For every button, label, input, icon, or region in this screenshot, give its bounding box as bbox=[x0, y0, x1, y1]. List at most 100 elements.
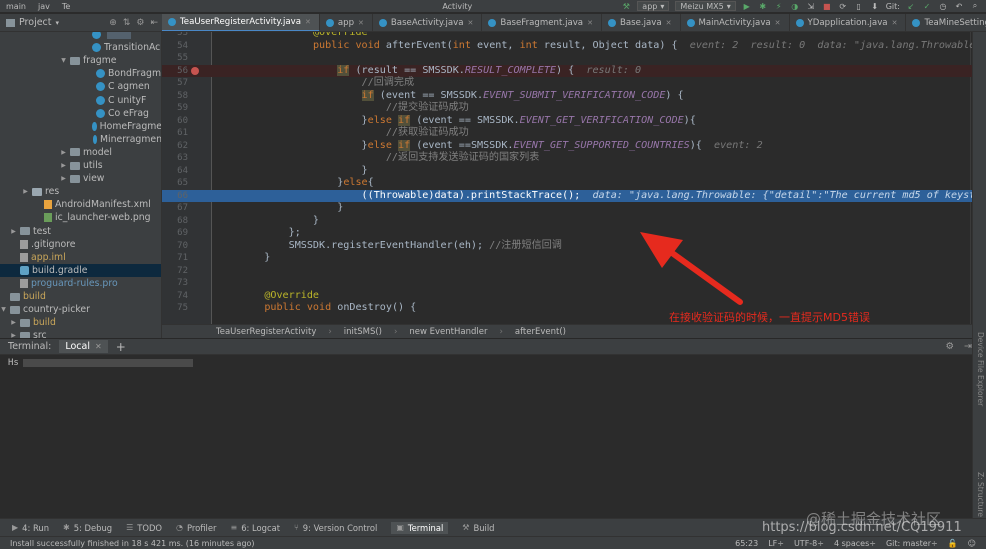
line-number[interactable]: 61 bbox=[162, 127, 188, 140]
expand-right-icon[interactable]: ▶ bbox=[10, 225, 17, 238]
collapse-icon[interactable]: ⇅ bbox=[123, 18, 131, 28]
git-branch[interactable]: Git: master÷ bbox=[886, 539, 938, 548]
tree-node[interactable]: ▶ src bbox=[0, 329, 161, 338]
breadcrumb-item[interactable]: TeaUserRegisterActivity bbox=[216, 327, 316, 337]
expand-right-icon[interactable]: ▶ bbox=[60, 159, 67, 172]
close-icon[interactable]: ✕ bbox=[775, 19, 781, 27]
line-number[interactable]: 75 bbox=[162, 302, 188, 315]
line-number[interactable]: 67 bbox=[162, 202, 188, 215]
sync-icon[interactable]: ⟳ bbox=[838, 2, 848, 11]
code-line[interactable]: 63 //返回支持发送验证码的国家列表 bbox=[162, 152, 986, 165]
add-terminal-button[interactable]: + bbox=[116, 340, 126, 354]
tree-node[interactable]: build.gradle bbox=[0, 263, 161, 277]
code-line[interactable]: 57 //回调完成 bbox=[162, 77, 986, 90]
line-number[interactable]: 70 bbox=[162, 240, 188, 253]
code-line[interactable]: 61 //获取验证码成功 bbox=[162, 127, 986, 140]
sdk-icon[interactable]: ⬇ bbox=[870, 2, 880, 11]
close-icon[interactable]: ✕ bbox=[892, 19, 898, 27]
tool-tab[interactable]: ▣ Terminal bbox=[391, 521, 449, 534]
code-line[interactable]: 66 ((Throwable)data).printStackTrace(); … bbox=[162, 189, 986, 203]
line-number[interactable]: 74 bbox=[162, 290, 188, 303]
tree-node[interactable]: ▼ country-picker bbox=[0, 303, 161, 316]
code-line[interactable]: 74 @Override bbox=[162, 290, 986, 303]
vcs-commit-icon[interactable]: ✓ bbox=[922, 2, 932, 11]
nav-crumb[interactable]: jav bbox=[32, 2, 56, 11]
tree-node[interactable]: ▶ model bbox=[0, 146, 161, 159]
editor-tab[interactable]: TeaMineSettingActivity.java✕ bbox=[906, 14, 986, 31]
stop-icon[interactable]: ■ bbox=[822, 2, 832, 11]
breakpoint-icon[interactable] bbox=[191, 66, 199, 75]
expand-down-icon[interactable]: ▼ bbox=[0, 303, 7, 316]
tool-tab[interactable]: ◔ Profiler bbox=[176, 523, 216, 533]
tree-node[interactable]: build bbox=[0, 290, 161, 303]
close-icon[interactable]: ✕ bbox=[587, 19, 593, 27]
breadcrumb-item[interactable]: initSMS() bbox=[344, 327, 382, 337]
chevron-down-icon[interactable]: ▾ bbox=[56, 19, 60, 27]
tree-node[interactable]: ▼ fragme bbox=[0, 54, 161, 67]
revert-icon[interactable]: ↶ bbox=[954, 2, 964, 11]
line-number[interactable]: 69 bbox=[162, 227, 188, 240]
attach-icon[interactable]: ⇲ bbox=[806, 2, 816, 11]
tool-tab[interactable]: ☰ TODO bbox=[126, 523, 162, 533]
line-number[interactable]: 64 bbox=[162, 165, 188, 178]
code-line[interactable]: 53 @Override bbox=[162, 32, 986, 40]
line-number[interactable]: 55 bbox=[162, 52, 188, 65]
line-number[interactable]: 62 bbox=[162, 140, 188, 153]
code-line[interactable]: 69 }; bbox=[162, 227, 986, 240]
structure-tab[interactable]: Z: Structure bbox=[976, 472, 985, 517]
tree-node[interactable]: proguard-rules.pro bbox=[0, 277, 161, 290]
expand-right-icon[interactable]: ▶ bbox=[10, 316, 17, 329]
device-file-explorer-tab[interactable]: Device File Explorer bbox=[976, 332, 985, 406]
tree-node[interactable] bbox=[0, 32, 161, 41]
line-number[interactable]: 68 bbox=[162, 215, 188, 228]
code-line[interactable]: 70 SMSSDK.registerEventHandler(eh); //注册… bbox=[162, 240, 986, 253]
line-number[interactable]: 73 bbox=[162, 277, 188, 290]
gear-icon[interactable]: ⚙ bbox=[136, 18, 144, 28]
coverage-icon[interactable]: ◑ bbox=[790, 2, 800, 11]
line-number[interactable]: 72 bbox=[162, 265, 188, 278]
editor-tab[interactable]: BaseFragment.java ✕ bbox=[482, 14, 602, 31]
line-number[interactable]: 54 bbox=[162, 40, 188, 53]
tree-node[interactable]: ▶ build bbox=[0, 316, 161, 329]
line-number[interactable]: 66 bbox=[162, 190, 188, 203]
code-editor[interactable]: 53 @Override 54 public void afterEvent(in… bbox=[162, 32, 986, 324]
line-number[interactable]: 57 bbox=[162, 77, 188, 90]
caret-position[interactable]: 65:23 bbox=[735, 539, 758, 548]
editor-tab[interactable]: Base.java ✕ bbox=[602, 14, 681, 31]
expand-right-icon[interactable]: ▶ bbox=[60, 146, 67, 159]
tree-node[interactable]: ▶ utils bbox=[0, 159, 161, 172]
code-line[interactable]: 58 if (event == SMSSDK.EVENT_SUBMIT_VERI… bbox=[162, 89, 986, 103]
line-number[interactable]: 71 bbox=[162, 252, 188, 265]
gear-icon[interactable]: ⚙ bbox=[946, 341, 955, 352]
close-icon[interactable]: ✕ bbox=[95, 342, 102, 351]
close-icon[interactable]: ✕ bbox=[358, 19, 364, 27]
close-icon[interactable]: ✕ bbox=[666, 19, 672, 27]
expand-down-icon[interactable]: ▼ bbox=[60, 54, 67, 67]
hide-icon[interactable]: ⇤ bbox=[150, 18, 158, 28]
editor-tab[interactable]: MainActivity.java ✕ bbox=[681, 14, 790, 31]
hide-icon[interactable]: ⇥ bbox=[964, 341, 972, 352]
target-icon[interactable]: ⊕ bbox=[109, 18, 117, 28]
project-view-select[interactable]: Project bbox=[19, 17, 52, 28]
inspector-icon[interactable]: ☺ bbox=[968, 539, 976, 548]
tree-node[interactable]: ic_launcher-web.png bbox=[0, 211, 161, 224]
close-icon[interactable]: ✕ bbox=[305, 18, 311, 26]
code-line[interactable]: 64 } bbox=[162, 165, 986, 178]
line-number[interactable]: 60 bbox=[162, 115, 188, 128]
terminal-output[interactable]: Hs bbox=[0, 355, 972, 518]
line-separator[interactable]: LF÷ bbox=[768, 539, 784, 548]
status-message[interactable]: Install successfully finished in 18 s 42… bbox=[10, 539, 255, 548]
history-icon[interactable]: ◷ bbox=[938, 2, 948, 11]
debug-icon[interactable]: ✱ bbox=[758, 2, 768, 11]
line-number[interactable]: 63 bbox=[162, 152, 188, 165]
tree-node[interactable]: BondFragm bbox=[0, 67, 161, 80]
line-number[interactable]: 65 bbox=[162, 177, 188, 190]
vcs-update-icon[interactable]: ↙ bbox=[906, 2, 916, 11]
tree-node[interactable]: C agmen bbox=[0, 80, 161, 93]
editor-tab[interactable]: YDapplication.java ✕ bbox=[790, 14, 907, 31]
run-config-select[interactable]: app ▾ bbox=[637, 1, 670, 11]
code-line[interactable]: 73 bbox=[162, 277, 986, 290]
tree-node[interactable]: Co eFrag bbox=[0, 107, 161, 120]
code-line[interactable]: 54 public void afterEvent(int event, int… bbox=[162, 40, 986, 53]
code-line[interactable]: 55 bbox=[162, 52, 986, 65]
